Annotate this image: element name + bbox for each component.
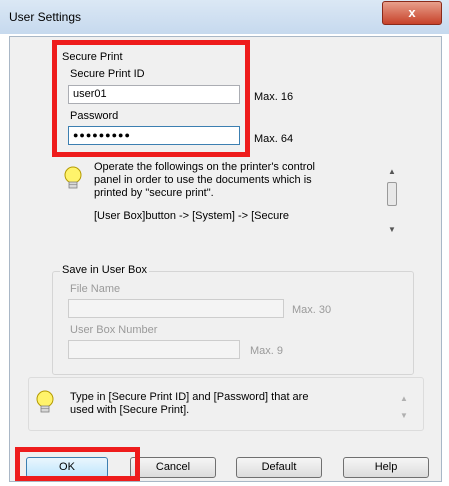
highlight-secure-print bbox=[52, 40, 250, 157]
default-button[interactable]: Default bbox=[236, 457, 322, 478]
hint-line: Type in [Secure Print ID] and [Password]… bbox=[70, 391, 309, 403]
lightbulb-icon bbox=[64, 166, 82, 189]
file-name-label: File Name bbox=[70, 283, 121, 295]
scroll-down-icon[interactable]: ▼ bbox=[388, 225, 396, 234]
scroll-thumb[interactable] bbox=[387, 182, 397, 206]
file-name-input[interactable] bbox=[68, 299, 284, 318]
scroll-up-icon[interactable]: ▲ bbox=[400, 394, 408, 403]
window-title: User Settings bbox=[9, 10, 82, 24]
close-button[interactable]: x bbox=[382, 1, 442, 25]
info-line: Operate the followings on the printer's … bbox=[94, 161, 315, 173]
scroll-down-icon[interactable]: ▼ bbox=[400, 411, 408, 420]
password-max: Max. 64 bbox=[254, 133, 294, 145]
info-line: [User Box]button -> [System] -> [Secure bbox=[94, 210, 290, 222]
secure-print-info-text: Operate the followings on the printer's … bbox=[94, 161, 374, 223]
help-button[interactable]: Help bbox=[343, 457, 429, 478]
close-icon: x bbox=[408, 5, 416, 20]
title-bar: User Settings x bbox=[0, 0, 449, 34]
info-line: printed by "secure print". bbox=[94, 187, 214, 199]
user-box-number-max: Max. 9 bbox=[250, 345, 284, 357]
save-in-user-box-label: Save in User Box bbox=[60, 264, 149, 276]
user-box-number-label: User Box Number bbox=[70, 324, 158, 336]
info-line: panel in order to use the documents whic… bbox=[94, 174, 312, 186]
lightbulb-icon bbox=[36, 390, 54, 413]
hint-line: used with [Secure Print]. bbox=[70, 404, 190, 416]
cancel-button[interactable]: Cancel bbox=[130, 457, 216, 478]
user-box-number-input[interactable] bbox=[68, 340, 240, 359]
secure-print-id-max: Max. 16 bbox=[254, 91, 294, 103]
scroll-up-icon[interactable]: ▲ bbox=[388, 167, 396, 176]
hint-text: Type in [Secure Print ID] and [Password]… bbox=[70, 391, 380, 417]
highlight-ok-button bbox=[15, 447, 140, 481]
file-name-max: Max. 30 bbox=[292, 304, 332, 316]
